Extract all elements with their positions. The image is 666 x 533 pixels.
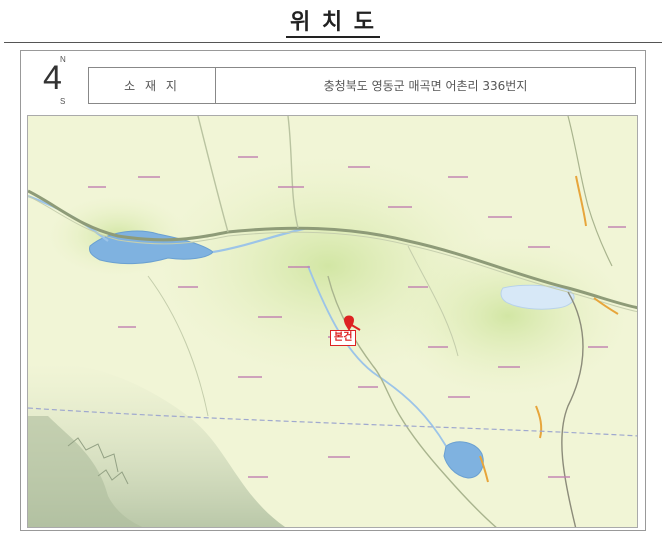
- map-canvas: [28, 116, 637, 527]
- compass-glyph: 4: [43, 59, 62, 97]
- compass-south-label: S: [60, 97, 66, 106]
- location-label: 소 재 지: [89, 68, 216, 103]
- title-divider: [4, 42, 662, 43]
- page-title: 위 치 도: [0, 4, 666, 38]
- north-arrow-icon: N 4 S: [40, 55, 76, 106]
- subject-property-label: 본건: [330, 330, 357, 346]
- urban-area: [388, 236, 628, 396]
- location-address: 충청북도 영동군 매곡면 어촌리 336번지: [323, 79, 528, 93]
- location-info-table: 소 재 지 충청북도 영동군 매곡면 어촌리 336번지: [88, 67, 636, 104]
- location-map[interactable]: 본건: [27, 115, 638, 528]
